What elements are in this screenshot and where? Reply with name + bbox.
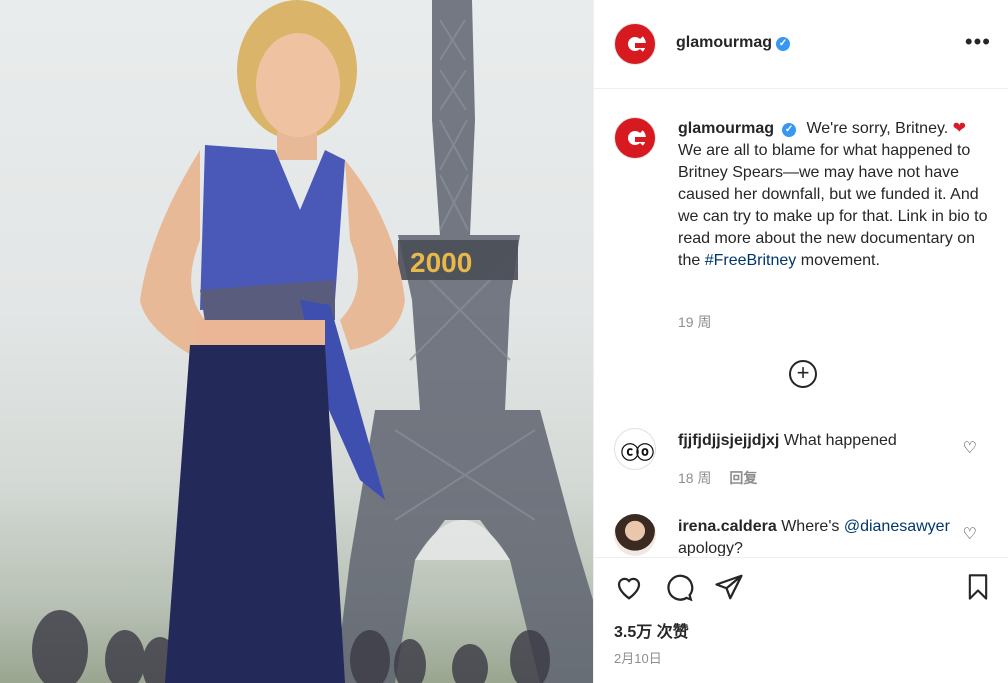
hashtag-link[interactable]: #FreeBritney: [705, 252, 797, 269]
caption-lead: We're sorry, Britney.: [806, 120, 949, 137]
caption-avatar[interactable]: [614, 117, 656, 159]
caption-verified-icon: ✓: [782, 123, 797, 137]
comments-area[interactable]: glamourmag ✓ We're sorry, Britney. ❤ We a…: [594, 90, 1008, 556]
likes-count[interactable]: 3.5万 次赞: [614, 618, 689, 642]
comment-body-tail: apology?: [678, 540, 743, 556]
post-side-panel: glamourmag ✓ ••• glamourmag ✓ We're sorry,…: [593, 0, 1008, 683]
comment-avatar[interactable]: [614, 514, 656, 556]
comment-bubble-icon[interactable]: [664, 572, 694, 607]
comment-text: fjjfjdjjsjejjdjxj What happened: [678, 430, 958, 452]
post-photo[interactable]: 2000: [0, 0, 593, 683]
comment-username[interactable]: fjjfjdjjsjejjdjxj: [678, 432, 779, 449]
header-username[interactable]: glamourmag: [676, 34, 772, 51]
share-plane-icon[interactable]: [714, 572, 744, 607]
comment-avatar[interactable]: ⓒⓞ: [614, 428, 656, 470]
plus-circle-icon[interactable]: +: [789, 360, 817, 388]
comment-body: What happened: [783, 432, 897, 449]
comment-like-heart-icon[interactable]: ♡: [963, 524, 977, 544]
caption-time[interactable]: 19 周: [678, 312, 711, 332]
post-actions: 3.5万 次赞 2月10日: [594, 557, 1008, 683]
save-bookmark-icon[interactable]: [964, 572, 992, 607]
caption-username[interactable]: glamourmag: [678, 120, 774, 137]
caption-body: We are all to blame for what happened to…: [678, 142, 988, 269]
tower-sign-text: 2000: [410, 247, 472, 278]
comment-username[interactable]: irena.caldera: [678, 518, 777, 535]
mention-link[interactable]: @dianesawyer: [844, 518, 950, 535]
comment-body: Where's: [781, 518, 840, 535]
comment-meta: 18 周 回复: [678, 468, 757, 488]
post-header: glamourmag ✓ •••: [594, 0, 1008, 89]
like-heart-icon[interactable]: [614, 572, 644, 607]
glamour-avatar[interactable]: [614, 23, 656, 65]
comment-like-heart-icon[interactable]: ♡: [963, 438, 977, 458]
comment-text: irena.caldera Where's @dianesawyer apolo…: [678, 516, 958, 556]
comment-time[interactable]: 18 周: [678, 470, 711, 486]
caption: glamourmag ✓ We're sorry, Britney. ❤ We a…: [678, 118, 988, 272]
verified-icon: ✓: [776, 37, 791, 51]
more-dots-icon[interactable]: •••: [965, 31, 991, 53]
heart-emoji-icon: ❤: [952, 120, 967, 137]
caption-tail: movement.: [800, 252, 880, 269]
post-date[interactable]: 2月10日: [614, 648, 662, 667]
reply-button[interactable]: 回复: [729, 470, 757, 486]
header-username-row: glamourmag ✓: [676, 34, 791, 52]
post-image: 2000: [32, 0, 593, 683]
